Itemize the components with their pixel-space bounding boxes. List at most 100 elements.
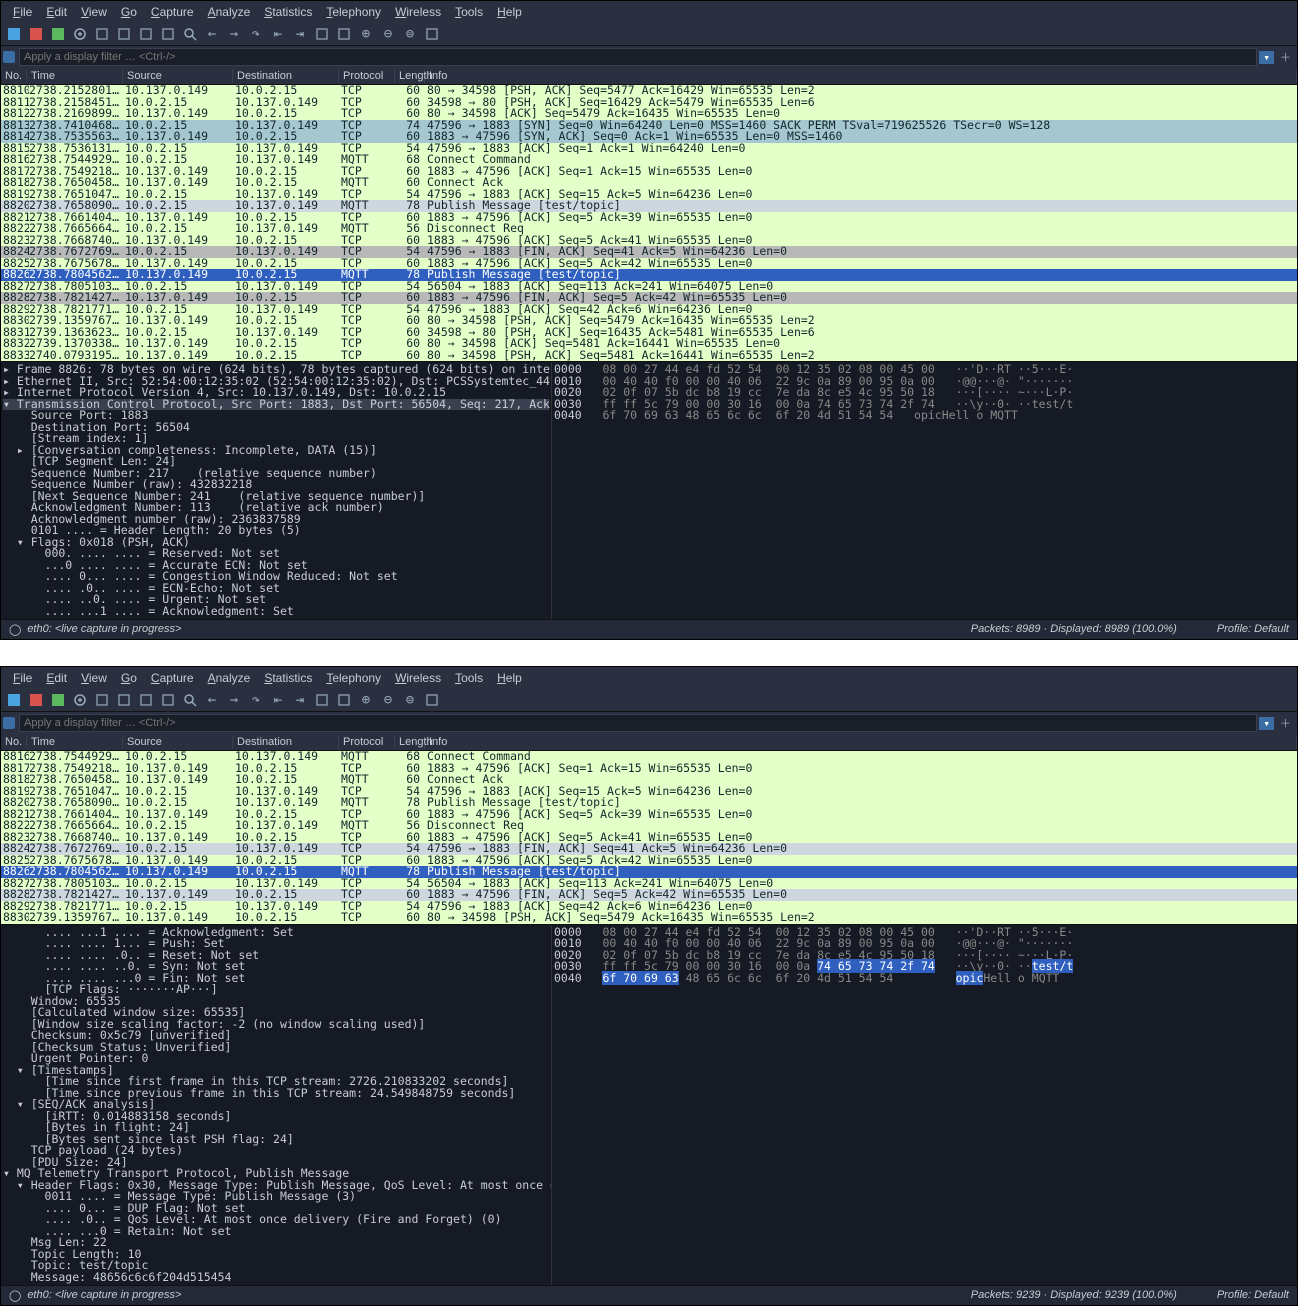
packet-bytes[interactable]: 0000 08 00 27 44 e4 fd 52 54 00 12 35 02… [551, 925, 1297, 1286]
open-icon[interactable] [93, 25, 111, 43]
restart-capture-icon[interactable] [49, 691, 67, 709]
save-icon[interactable] [115, 25, 133, 43]
zoom-out-icon[interactable]: ⊖ [379, 25, 397, 43]
resize-columns-icon[interactable] [423, 25, 441, 43]
display-filter-input[interactable] [19, 714, 1257, 732]
menu-wireless[interactable]: Wireless [389, 669, 447, 687]
menu-view[interactable]: View [75, 669, 113, 687]
packet-list[interactable]: 88102738.2152801…10.137.0.14910.0.2.15TC… [1, 85, 1297, 361]
start-capture-icon[interactable] [5, 25, 23, 43]
packet-row[interactable]: 88162738.7544929…10.0.2.1510.137.0.149MQ… [1, 154, 1297, 166]
next-icon[interactable]: → [225, 25, 243, 43]
jump-icon[interactable]: ↷ [247, 691, 265, 709]
bookmark-icon[interactable] [3, 717, 15, 729]
packet-row[interactable]: 88282738.7821427…10.137.0.14910.0.2.15TC… [1, 889, 1297, 901]
menu-statistics[interactable]: Statistics [258, 3, 318, 21]
menu-tools[interactable]: Tools [449, 669, 489, 687]
menu-go[interactable]: Go [115, 669, 143, 687]
packet-row[interactable]: 88112738.2158451…10.0.2.1510.137.0.149TC… [1, 97, 1297, 109]
reload-icon[interactable] [159, 25, 177, 43]
auto-scroll-icon[interactable] [313, 25, 331, 43]
packet-row[interactable]: 88122738.2169899…10.137.0.14910.0.2.15TC… [1, 108, 1297, 120]
packet-row[interactable]: 88172738.7549218…10.137.0.14910.0.2.15TC… [1, 763, 1297, 775]
packet-row[interactable]: 88192738.7651047…10.0.2.1510.137.0.149TC… [1, 189, 1297, 201]
prev-icon[interactable]: ← [203, 691, 221, 709]
menu-help[interactable]: Help [491, 669, 528, 687]
menu-help[interactable]: Help [491, 3, 528, 21]
status-profile[interactable]: Profile: Default [1217, 623, 1289, 636]
filter-expression-icon[interactable]: ▾ [1259, 51, 1274, 64]
packet-row[interactable]: 88262738.7804562…10.137.0.14910.0.2.15MQ… [1, 866, 1297, 878]
first-icon[interactable]: ⇤ [269, 25, 287, 43]
save-icon[interactable] [115, 691, 133, 709]
packet-row[interactable]: 88142738.7535563…10.137.0.14910.0.2.15TC… [1, 131, 1297, 143]
col-time[interactable]: Time [27, 735, 123, 749]
packet-row[interactable]: 88162738.7544929…10.0.2.1510.137.0.149MQ… [1, 751, 1297, 763]
col-info[interactable]: Info [425, 69, 1297, 83]
stop-capture-icon[interactable] [27, 25, 45, 43]
packet-row[interactable]: 88212738.7661404…10.137.0.14910.0.2.15TC… [1, 212, 1297, 224]
packet-row[interactable]: 88302739.1359767…10.137.0.14910.0.2.15TC… [1, 315, 1297, 327]
col-protocol[interactable]: Protocol [339, 735, 395, 749]
resize-columns-icon[interactable] [423, 691, 441, 709]
col-no[interactable]: No. [1, 735, 27, 749]
filter-expression-icon[interactable]: ▾ [1259, 717, 1274, 730]
prev-icon[interactable]: ← [203, 25, 221, 43]
packet-row[interactable]: 88272738.7805103…10.0.2.1510.137.0.149TC… [1, 281, 1297, 293]
packet-row[interactable]: 88292738.7821771…10.0.2.1510.137.0.149TC… [1, 304, 1297, 316]
colorize-icon[interactable] [335, 691, 353, 709]
find-icon[interactable] [181, 691, 199, 709]
menu-tools[interactable]: Tools [449, 3, 489, 21]
bookmark-icon[interactable] [3, 51, 15, 63]
status-circle-icon[interactable]: ◯ [9, 623, 21, 636]
col-destination[interactable]: Destination [233, 735, 339, 749]
packet-list[interactable]: 88162738.7544929…10.0.2.1510.137.0.149MQ… [1, 751, 1297, 924]
stop-capture-icon[interactable] [27, 691, 45, 709]
packet-row[interactable]: 88232738.7668740…10.137.0.14910.0.2.15TC… [1, 235, 1297, 247]
status-profile[interactable]: Profile: Default [1217, 1289, 1289, 1302]
col-length[interactable]: Length [395, 69, 425, 83]
close-icon[interactable] [137, 691, 155, 709]
packet-row[interactable]: 88132738.7410468…10.0.2.1510.137.0.149TC… [1, 120, 1297, 132]
find-icon[interactable] [181, 25, 199, 43]
last-icon[interactable]: ⇥ [291, 691, 309, 709]
menu-view[interactable]: View [75, 3, 113, 21]
menu-telephony[interactable]: Telephony [320, 3, 387, 21]
packet-row[interactable]: 88202738.7658090…10.0.2.1510.137.0.149MQ… [1, 797, 1297, 809]
options-icon[interactable] [71, 691, 89, 709]
packet-row[interactable]: 88242738.7672769…10.0.2.1510.137.0.149TC… [1, 246, 1297, 258]
col-info[interactable]: Info [425, 735, 1297, 749]
packet-row[interactable]: 88252738.7675678…10.137.0.14910.0.2.15TC… [1, 258, 1297, 270]
restart-capture-icon[interactable] [49, 25, 67, 43]
packet-row[interactable]: 88212738.7661404…10.137.0.14910.0.2.15TC… [1, 809, 1297, 821]
packet-details[interactable]: .... ...1 .... = Acknowledgment: Set ...… [1, 925, 551, 1286]
menu-wireless[interactable]: Wireless [389, 3, 447, 21]
menu-analyze[interactable]: Analyze [202, 3, 257, 21]
menu-go[interactable]: Go [115, 3, 143, 21]
packet-row[interactable]: 88102738.2152801…10.137.0.14910.0.2.15TC… [1, 85, 1297, 97]
col-length[interactable]: Length [395, 735, 425, 749]
menu-telephony[interactable]: Telephony [320, 669, 387, 687]
zoom-in-icon[interactable]: ⊕ [357, 691, 375, 709]
packet-row[interactable]: 88252738.7675678…10.137.0.14910.0.2.15TC… [1, 855, 1297, 867]
zoom-in-icon[interactable]: ⊕ [357, 25, 375, 43]
packet-row[interactable]: 88182738.7650458…10.137.0.14910.0.2.15MQ… [1, 177, 1297, 189]
zoom-reset-icon[interactable]: ⊜ [401, 25, 419, 43]
status-circle-icon[interactable]: ◯ [9, 1289, 21, 1302]
hex-line[interactable]: 0040 6f 70 69 63 48 65 6c 6c 6f 20 4d 51… [554, 410, 1295, 422]
packet-row[interactable]: 88182738.7650458…10.137.0.14910.0.2.15MQ… [1, 774, 1297, 786]
packet-row[interactable]: 88302739.1359767…10.137.0.14910.0.2.15TC… [1, 912, 1297, 924]
close-icon[interactable] [137, 25, 155, 43]
packet-row[interactable]: 88292738.7821771…10.0.2.1510.137.0.149TC… [1, 901, 1297, 913]
col-protocol[interactable]: Protocol [339, 69, 395, 83]
packet-row[interactable]: 88232738.7668740…10.137.0.14910.0.2.15TC… [1, 832, 1297, 844]
packet-row[interactable]: 88282738.7821427…10.137.0.14910.0.2.15TC… [1, 292, 1297, 304]
filter-add-icon[interactable]: ＋ [1276, 715, 1295, 731]
menu-file[interactable]: File [7, 669, 38, 687]
col-no[interactable]: No. [1, 69, 27, 83]
first-icon[interactable]: ⇤ [269, 691, 287, 709]
colorize-icon[interactable] [335, 25, 353, 43]
col-source[interactable]: Source [123, 69, 233, 83]
col-destination[interactable]: Destination [233, 69, 339, 83]
col-source[interactable]: Source [123, 735, 233, 749]
